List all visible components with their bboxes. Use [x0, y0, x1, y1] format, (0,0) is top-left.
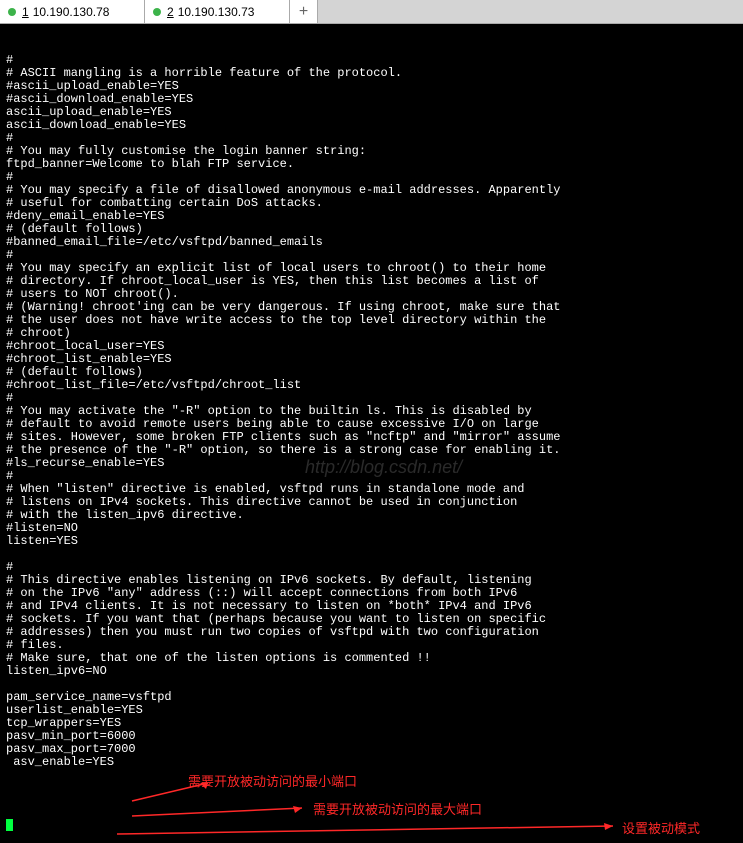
- tab-1[interactable]: 1 10.190.130.78: [0, 0, 145, 23]
- tab-number: 2: [167, 5, 174, 19]
- add-tab-button[interactable]: +: [290, 0, 318, 23]
- tab-bar: 1 10.190.130.78 2 10.190.130.73 +: [0, 0, 743, 24]
- tab-2[interactable]: 2 10.190.130.73: [145, 0, 290, 23]
- terminal-output[interactable]: # # ASCII mangling is a horrible feature…: [0, 24, 743, 843]
- plus-icon: +: [299, 3, 308, 21]
- annotation-max-port: 需要开放被动访问的最大端口: [313, 803, 482, 816]
- arrow-icon: [115, 820, 620, 836]
- annotation-pasv-mode: 设置被动模式: [622, 822, 700, 835]
- status-dot-icon: [153, 8, 161, 16]
- status-dot-icon: [8, 8, 16, 16]
- annotation-min-port: 需要开放被动访问的最小端口: [188, 775, 357, 788]
- terminal-cursor: [6, 819, 13, 831]
- tab-ip: 10.190.130.78: [33, 5, 110, 19]
- tab-ip: 10.190.130.73: [178, 5, 255, 19]
- arrow-icon: [130, 804, 310, 819]
- arrow-icon: [130, 779, 215, 804]
- terminal-text: # # ASCII mangling is a horrible feature…: [6, 54, 737, 769]
- tab-number: 1: [22, 5, 29, 19]
